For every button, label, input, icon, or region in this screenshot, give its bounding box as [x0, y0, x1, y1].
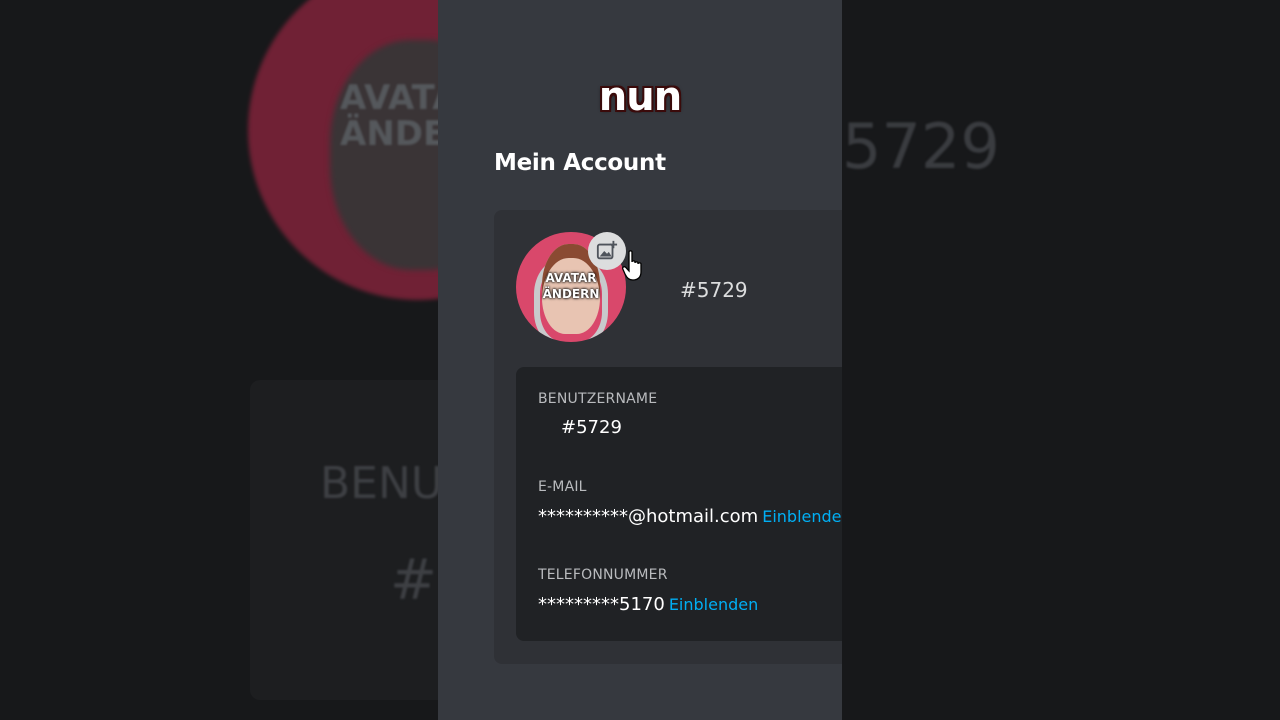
- settings-panel: nun Mein Account AVATAR ÄNDERN #5729 BEN…: [438, 0, 842, 720]
- change-avatar-overlay[interactable]: AVATAR ÄNDERN: [516, 270, 626, 302]
- avatar-overlay-line1: AVATAR: [545, 271, 597, 285]
- background-left: AVATAR ÄNDERN BENU #5: [0, 0, 438, 720]
- phone-reveal-link[interactable]: Einblenden: [669, 595, 758, 614]
- blurred-field-label: BENU: [320, 458, 438, 509]
- profile-discriminator: #5729: [680, 278, 748, 302]
- hand-cursor-icon: [622, 250, 646, 286]
- background-right: [842, 0, 1280, 720]
- account-info-box: BENUTZERNAME #5729 E-MAIL **********@hot…: [516, 367, 842, 641]
- video-caption: nun: [598, 74, 682, 120]
- blurred-card: [250, 380, 438, 700]
- avatar-overlay-line2: ÄNDERN: [542, 287, 600, 301]
- blurred-discriminator-right: 5729: [842, 110, 1000, 183]
- email-row: **********@hotmail.comEinblenden: [538, 506, 842, 527]
- page-title: Mein Account: [494, 150, 666, 176]
- blurred-discriminator: #5: [390, 548, 438, 613]
- email-reveal-link[interactable]: Einblenden: [762, 507, 842, 526]
- blurred-avatar-text: AVATAR ÄNDERN: [340, 78, 438, 154]
- email-value: **********@hotmail.com: [538, 506, 759, 527]
- email-label: E-MAIL: [538, 479, 587, 495]
- phone-row: *********5170 Einblenden: [538, 594, 758, 615]
- add-image-icon: [596, 240, 618, 260]
- upload-image-button[interactable]: [588, 232, 626, 270]
- username-value: #5729: [561, 417, 622, 438]
- phone-value: *********5170: [538, 594, 665, 615]
- account-card: AVATAR ÄNDERN #5729 BENUTZERNAME #5729 E…: [494, 210, 842, 664]
- username-label: BENUTZERNAME: [538, 391, 658, 407]
- phone-label: TELEFONNUMMER: [538, 567, 668, 583]
